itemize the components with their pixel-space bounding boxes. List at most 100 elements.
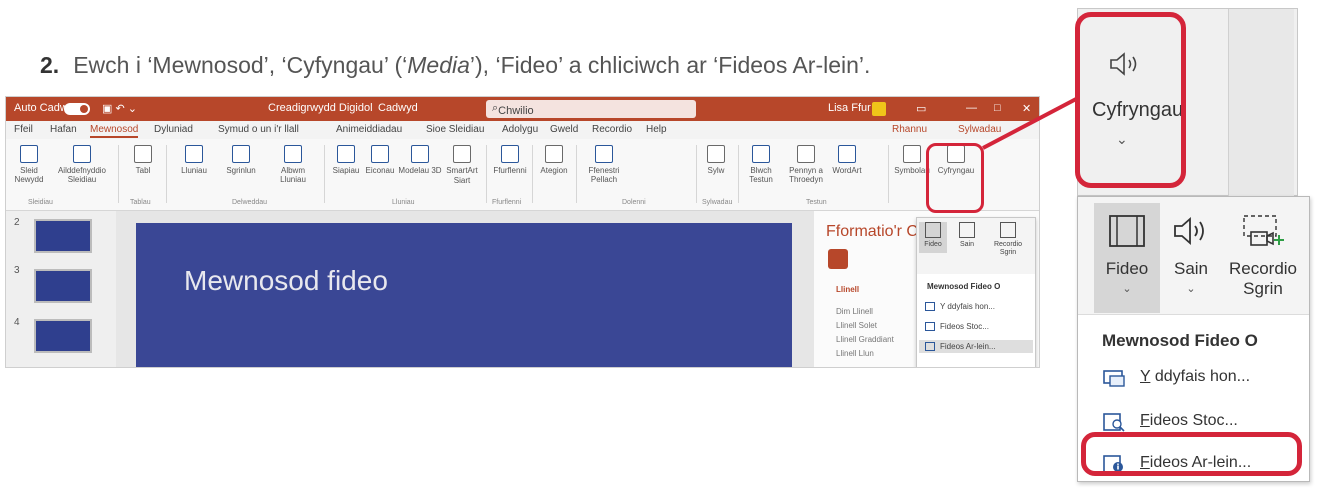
this-device-item[interactable]: Y ddyfais hon... (1078, 359, 1309, 395)
video-tile-small[interactable]: Fideo (919, 222, 947, 253)
stock-videos-item-small[interactable]: Fideos Stoc... (925, 322, 989, 332)
online-videos-item-small[interactable]: Fideos Ar-lein... (919, 340, 1033, 354)
pictures-button[interactable]: Lluniau (176, 145, 212, 176)
ribbon-divider (696, 145, 697, 203)
textbox-icon (752, 145, 770, 163)
tab-home[interactable]: Hafan (50, 124, 77, 135)
tab-animations[interactable]: Animeiddiadau (336, 124, 402, 135)
slide-thumbnail[interactable] (34, 319, 92, 353)
3d-models-button[interactable]: Modelau 3D (398, 145, 442, 176)
comment-label: Sylw (707, 166, 725, 175)
header-footer-button[interactable]: Pennyn a Throedyn (782, 145, 830, 185)
save-icon[interactable]: ▣ ↶ ⌄ (102, 102, 137, 115)
ribbon-display-icon[interactable]: ▭ (916, 102, 926, 115)
instruction-before: Ewch i ‘Mewnosod’, ‘Cyfyngau’ (‘ (73, 52, 408, 78)
search-placeholder: Chwilio (498, 105, 534, 117)
fill-line-icon[interactable] (828, 249, 848, 269)
chart-button[interactable]: Siart (446, 176, 478, 186)
gradient-line-option[interactable]: Llinell Graddiant (836, 335, 894, 344)
speaker-icon (959, 222, 975, 238)
icons-button[interactable]: Eiconau (364, 145, 396, 176)
film-icon (1109, 215, 1145, 247)
comment-button[interactable]: Sylw (700, 145, 732, 176)
tab-slideshow[interactable]: Sioe Sleidiau (426, 124, 484, 135)
step-number: 2. (40, 52, 60, 78)
reuse-slides-button[interactable]: Ailddefnyddio Sleidiau (56, 145, 108, 185)
group-illustrations: Lluniau (392, 199, 415, 206)
tab-transitions[interactable]: Symud o un i'r llall (218, 124, 299, 135)
icons-icon (371, 145, 389, 163)
wordart-button[interactable]: WordArt (830, 145, 864, 176)
audio-tile-label: Sain (959, 241, 974, 248)
stock-video-icon (925, 322, 935, 332)
addins-label: Ategion (540, 166, 568, 175)
slide-canvas[interactable]: Mewnosod fideo (136, 223, 792, 367)
tab-record[interactable]: Recordio (592, 124, 632, 135)
avatar[interactable] (872, 102, 886, 116)
smartart-label: SmartArt (446, 166, 478, 175)
table-button[interactable]: Tabl (128, 145, 158, 176)
header-footer-label: Pennyn a Throedyn (789, 166, 823, 184)
forms-button[interactable]: Ffurflenni (492, 145, 528, 176)
tab-design[interactable]: Dyluniad (154, 124, 193, 135)
this-device-item-small[interactable]: Y ddyfais hon... (925, 302, 995, 312)
screenshot-icon (232, 145, 250, 163)
slide-thumbnail[interactable] (34, 269, 92, 303)
group-tables: Tablau (130, 199, 151, 206)
audio-tile[interactable]: Sain ⌄ (1164, 203, 1218, 313)
addins-button[interactable]: Ategion (536, 145, 572, 176)
shapes-button[interactable]: Siapiau (330, 145, 362, 176)
format-pane-title: Fformatio'r C (826, 223, 918, 240)
screenshot-button[interactable]: Sgrinlun (218, 145, 264, 176)
screen-record-tile[interactable]: Recordio Sgrin (1220, 203, 1306, 313)
slide-title[interactable]: Mewnosod fideo (184, 265, 388, 297)
tab-review[interactable]: Adolygu (502, 124, 538, 135)
thumb-number: 4 (14, 317, 20, 328)
maximize-icon[interactable]: □ (994, 102, 1001, 114)
ribbon-divider (324, 145, 325, 203)
autosave-label: Auto Cadw (14, 102, 68, 114)
user-name[interactable]: Lisa Ffur (828, 102, 871, 114)
ribbon-divider (576, 145, 577, 203)
close-icon[interactable]: ✕ (1022, 102, 1031, 115)
screen-record-tile-label: Recordio Sgrin (1228, 259, 1298, 299)
ribbon-divider (118, 145, 119, 203)
audio-tile-small[interactable]: Sain (953, 222, 981, 249)
thumb-number: 2 (14, 217, 20, 228)
ribbon-insert: Sleid Newydd Ailddefnyddio Sleidiau Tabl… (6, 139, 1039, 211)
line-heading[interactable]: Llinell (836, 285, 859, 294)
media-tiles-small: Fideo Sain Recordio Sgrin (917, 218, 1035, 274)
solid-line-option[interactable]: Llinell Solet (836, 321, 877, 330)
no-line-option[interactable]: Dim Llinell (836, 307, 873, 316)
links-button[interactable]: Ffenestri Pellach (582, 145, 626, 185)
screen-record-tile-small[interactable]: Recordio Sgrin (985, 222, 1031, 256)
minimize-icon[interactable]: — (966, 102, 977, 114)
insert-video-heading: Mewnosod Fideo O (1102, 331, 1258, 350)
icons-label: Eiconau (365, 166, 395, 175)
picture-line-option[interactable]: Llinell Llun (836, 349, 874, 358)
tab-help[interactable]: Help (646, 124, 667, 135)
new-slide-button[interactable]: Sleid Newydd (12, 145, 46, 185)
comments-button[interactable]: Sylwadau (958, 124, 1001, 135)
instruction-text: 2. Ewch i ‘Mewnosod’, ‘Cyfyngau’ (‘Media’… (40, 52, 870, 79)
pictures-icon (185, 145, 203, 163)
header-footer-icon (797, 145, 815, 163)
textbox-button[interactable]: Blwch Testun (742, 145, 780, 185)
smartart-button[interactable]: SmartArt (442, 145, 482, 176)
video-tile[interactable]: Fideo ⌄ (1094, 203, 1160, 313)
tab-insert[interactable]: Mewnosod (90, 124, 139, 138)
insert-video-heading-small: Mewnosod Fideo O (927, 282, 1001, 291)
search-box[interactable]: ⌕ Chwilio (486, 100, 696, 118)
table-label: Tabl (135, 166, 151, 175)
saved-status: Cadwyd (378, 102, 418, 114)
tab-view[interactable]: Gweld (550, 124, 578, 135)
slide-thumbnails: 2 3 4 (6, 211, 116, 367)
share-button[interactable]: Rhannu (892, 124, 927, 135)
autosave-toggle[interactable] (64, 103, 90, 115)
stock-videos-label: Fideos Stoc... (1140, 412, 1238, 430)
screenshot-label: Sgrinlun (226, 166, 256, 175)
photo-album-button[interactable]: Albwm Lluniau (268, 145, 318, 185)
tab-file[interactable]: Ffeil (14, 124, 33, 135)
chevron-down-icon: ⌄ (1186, 283, 1196, 295)
slide-thumbnail[interactable] (34, 219, 92, 253)
